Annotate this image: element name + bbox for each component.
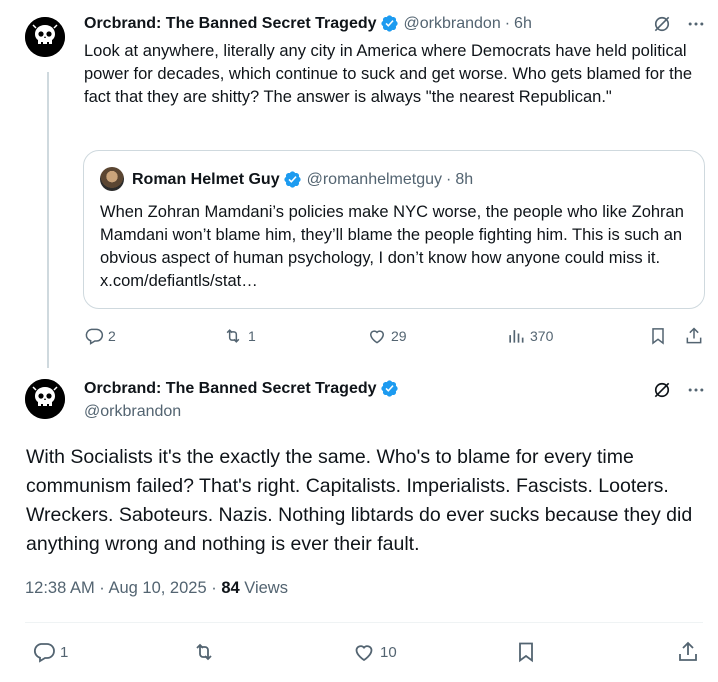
reply-button[interactable]: 2 — [84, 326, 116, 346]
bookmark-button[interactable] — [514, 640, 538, 664]
more-icon[interactable] — [686, 14, 706, 34]
main-post-handle-row: @orkbrandon — [84, 403, 181, 421]
quoted-handle: @romanhelmetguy — [306, 170, 443, 188]
more-icon[interactable] — [686, 380, 706, 400]
repost-icon — [196, 643, 212, 661]
reply-icon — [33, 643, 55, 663]
avatar[interactable] — [25, 17, 65, 57]
quoted-display-name: Roman Helmet Guy — [132, 170, 280, 188]
repost-button[interactable]: 1 — [222, 326, 256, 346]
thread-connector-line — [47, 72, 49, 368]
separator-dot: · — [504, 14, 511, 32]
reply-count: 1 — [60, 643, 69, 661]
verified-icon — [283, 171, 301, 188]
repost-count: 1 — [248, 328, 256, 344]
views-count: 84 — [221, 579, 240, 597]
post-timestamp[interactable]: 12:38 AM · Aug 10, 2025 · — [25, 579, 221, 597]
bookmark-icon — [652, 328, 664, 345]
reply-count: 2 — [108, 328, 116, 344]
display-name[interactable]: Orcbrand: The Banned Secret Tragedy — [84, 15, 377, 33]
display-name[interactable]: Orcbrand: The Banned Secret Tragedy — [84, 380, 377, 398]
main-post-top-actions — [652, 380, 706, 400]
quoted-post-time: 8h — [455, 170, 474, 188]
like-icon — [369, 330, 385, 344]
quoted-post-card[interactable]: Roman Helmet Guy @romanhelmetguy · 8h Wh… — [83, 150, 705, 309]
skull-avatar-icon — [25, 17, 65, 57]
views-icon — [509, 330, 524, 343]
bookmark-button[interactable] — [648, 326, 668, 346]
share-button[interactable] — [676, 640, 700, 664]
reply-button[interactable]: 1 — [32, 640, 68, 664]
repost-icon — [226, 329, 240, 343]
views-button[interactable]: 370 — [506, 326, 553, 346]
views-count: 370 — [530, 328, 554, 344]
parent-post-header: Orcbrand: The Banned Secret Tragedy @ork… — [84, 14, 532, 33]
reply-icon — [85, 328, 104, 345]
views-label: Views — [239, 579, 288, 597]
handle[interactable]: @orkbrandon — [404, 15, 501, 33]
share-button[interactable] — [684, 326, 704, 346]
quoted-post-header: Roman Helmet Guy @romanhelmetguy · 8h — [132, 170, 473, 189]
post-time[interactable]: 6h — [514, 15, 532, 33]
avatar[interactable] — [25, 379, 65, 419]
parent-post-text: Look at anywhere, literally any city in … — [84, 42, 693, 106]
like-button[interactable]: 29 — [367, 326, 407, 346]
skull-avatar-icon — [25, 379, 65, 419]
grok-icon[interactable] — [652, 380, 672, 400]
like-count: 29 — [391, 328, 407, 344]
like-button[interactable]: 10 — [352, 640, 397, 664]
share-icon — [686, 327, 702, 344]
share-icon — [679, 641, 697, 661]
verified-icon[interactable] — [380, 379, 399, 398]
bookmark-icon — [519, 642, 533, 663]
repost-button[interactable] — [191, 640, 217, 664]
divider — [25, 622, 703, 623]
quoted-avatar[interactable] — [100, 167, 124, 191]
post-meta: 12:38 AM · Aug 10, 2025 · 84 Views — [25, 579, 288, 598]
verified-icon[interactable] — [380, 14, 399, 33]
quoted-post-text: When Zohran Mamdani’s policies make NYC … — [100, 203, 684, 290]
like-icon — [355, 645, 373, 662]
handle[interactable]: @orkbrandon — [84, 403, 181, 421]
main-post-text: With Socialists it's the exactly the sam… — [26, 446, 693, 555]
main-post-header: Orcbrand: The Banned Secret Tragedy — [84, 379, 399, 398]
like-count: 10 — [380, 643, 397, 661]
parent-post-top-actions — [652, 14, 706, 34]
grok-icon[interactable] — [652, 14, 672, 34]
separator-dot: · — [446, 170, 452, 188]
